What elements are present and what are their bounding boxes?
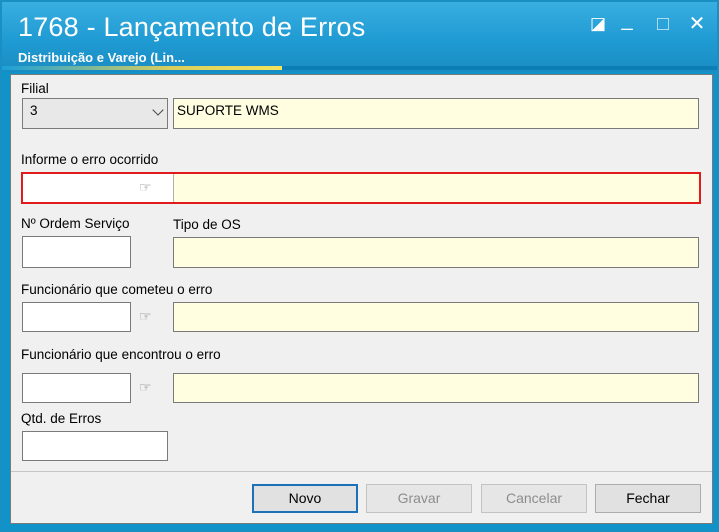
- qtd-erros-input[interactable]: [22, 431, 168, 461]
- restore-icon[interactable]: ◪: [585, 12, 611, 36]
- app-window: 1768 - Lançamento de Erros Distribuição …: [0, 0, 719, 532]
- footer-divider: [11, 471, 712, 472]
- ordem-servico-input[interactable]: [22, 236, 131, 268]
- func-cometeu-name-field: [173, 302, 699, 332]
- fechar-button[interactable]: Fechar: [595, 484, 701, 513]
- erro-description-field: [173, 174, 699, 202]
- cancelar-button[interactable]: Cancelar: [481, 484, 587, 513]
- filial-name-field: SUPORTE WMS: [173, 98, 699, 129]
- tipo-os-label: Tipo de OS: [173, 217, 241, 232]
- ordem-servico-label: Nº Ordem Serviço: [21, 216, 130, 231]
- lookup-hand-icon[interactable]: ☞: [139, 308, 152, 325]
- window-subtitle: Distribuição e Varejo (Lin...: [18, 50, 185, 65]
- func-encontrou-label: Funcionário que encontrou o erro: [21, 347, 221, 362]
- maximize-icon[interactable]: □: [650, 12, 676, 36]
- func-encontrou-name-field: [173, 373, 699, 403]
- tipo-os-field: [173, 237, 699, 268]
- func-encontrou-code-input[interactable]: [22, 373, 131, 403]
- func-cometeu-code-input[interactable]: [22, 302, 131, 332]
- window-title: 1768 - Lançamento de Erros: [18, 12, 366, 42]
- erro-code-input[interactable]: [23, 174, 130, 202]
- chevron-down-icon[interactable]: [152, 104, 164, 116]
- form-panel: Filial 3 SUPORTE WMS Informe o erro ocor…: [10, 74, 713, 524]
- lookup-hand-icon[interactable]: ☞: [139, 179, 152, 196]
- filial-select[interactable]: 3: [22, 98, 168, 129]
- gravar-button[interactable]: Gravar: [366, 484, 472, 513]
- novo-button[interactable]: Novo: [252, 484, 358, 513]
- close-icon[interactable]: ✕: [684, 12, 710, 36]
- func-cometeu-label: Funcionário que cometeu o erro: [21, 282, 213, 297]
- erro-label: Informe o erro ocorrido: [21, 152, 159, 167]
- filial-code: 3: [30, 103, 38, 118]
- minimize-icon[interactable]: _: [614, 8, 640, 32]
- lookup-hand-icon[interactable]: ☞: [139, 379, 152, 396]
- qtd-erros-label: Qtd. de Erros: [21, 411, 102, 426]
- title-bar: 1768 - Lançamento de Erros Distribuição …: [2, 2, 717, 72]
- title-accent-highlight: [2, 66, 282, 70]
- filial-label: Filial: [21, 81, 49, 96]
